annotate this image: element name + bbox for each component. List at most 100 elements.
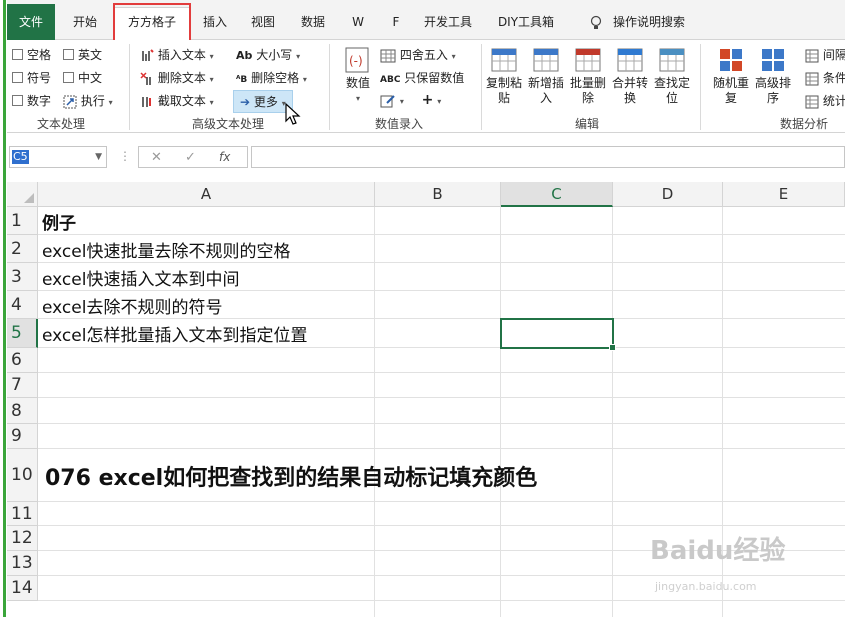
row-header-11[interactable]: 11	[7, 502, 38, 526]
row-header-3[interactable]: 3	[7, 263, 38, 291]
mouse-cursor-icon	[285, 103, 301, 125]
plus-icon[interactable]: +	[422, 92, 434, 108]
svg-text:(-): (-)	[349, 54, 363, 68]
checkbox-number[interactable]: 数字	[12, 92, 51, 109]
column-header-d[interactable]: D	[613, 182, 723, 207]
tab-3[interactable]: 插入	[195, 8, 235, 36]
tab-file[interactable]: 文件	[7, 4, 55, 40]
row-header-8[interactable]: 8	[7, 398, 38, 424]
row-header-9[interactable]: 9	[7, 424, 38, 449]
round-icon	[380, 49, 396, 62]
edit-button-0[interactable]: 复制粘贴	[483, 46, 525, 106]
gridline-col	[500, 207, 501, 617]
delete-space-button[interactable]: ᴬB 删除空格 ▾	[236, 69, 307, 86]
column-header-a[interactable]: A	[38, 182, 375, 207]
group-label-analysis: 数据分析	[780, 117, 829, 131]
cell-a2[interactable]: excel快速批量去除不规则的空格	[42, 235, 290, 263]
cancel-icon[interactable]: ✕	[151, 150, 162, 165]
gridline-row	[38, 525, 845, 526]
analysis-button-icon	[762, 49, 784, 71]
analysis-side-2[interactable]: 统计	[805, 92, 845, 109]
delete-text-icon	[140, 71, 151, 85]
edit-button-icon	[659, 48, 685, 72]
tab-8[interactable]: 开发工具	[417, 8, 479, 36]
name-box[interactable]: C5 ▼	[9, 146, 107, 168]
cell-a1[interactable]: 例子	[42, 207, 76, 235]
tab-10[interactable]: 操作说明搜索	[609, 8, 689, 36]
edit-button-2[interactable]: 批量删除	[567, 46, 609, 106]
row-header-1[interactable]: 1	[7, 207, 38, 235]
row-header-4[interactable]: 4	[7, 291, 38, 319]
row-header-10[interactable]: 10	[7, 449, 38, 502]
column-header-b[interactable]: B	[375, 182, 501, 207]
cut-text-icon	[142, 96, 151, 107]
formula-bar-grip: ⋮	[119, 149, 131, 163]
checkbox-space[interactable]: 空格	[12, 46, 51, 63]
case-button[interactable]: Ab 大小写 ▾	[236, 46, 300, 63]
more-button[interactable]: ➔ 更多 ▾	[233, 90, 293, 113]
ribbon-tab-bar: 文件 开始 方方格子 插入 视图 数据 W F 开发工具 DIY工具箱 操作说明搜索	[7, 0, 845, 42]
gridline-row	[38, 397, 845, 398]
row-header-7[interactable]: 7	[7, 373, 38, 398]
tab-9[interactable]: DIY工具箱	[491, 8, 561, 36]
analysis-button-icon	[720, 49, 742, 71]
gridline-row	[38, 575, 845, 576]
fx-icon[interactable]: fx	[219, 150, 230, 164]
checkbox-english[interactable]: 英文	[63, 46, 102, 63]
formula-buttons: ✕ ✓ fx	[138, 146, 248, 168]
delete-space-icon: ᴬB	[236, 75, 248, 85]
chevron-down-icon[interactable]: ▼	[95, 152, 102, 162]
column-header-c[interactable]: C	[501, 182, 613, 207]
execute-button[interactable]: 执行 ▾	[63, 92, 113, 109]
tab-7[interactable]: F	[385, 8, 407, 36]
analysis-side-1[interactable]: 条件	[805, 69, 845, 86]
tab-4[interactable]: 视图	[243, 8, 283, 36]
keep-value-button[interactable]: ABC 只保留数值	[380, 69, 464, 86]
select-all-corner[interactable]	[7, 182, 38, 207]
row-header-6[interactable]: 6	[7, 348, 38, 373]
gridline-col	[612, 207, 613, 617]
formula-bar: C5 ▼ ⋮ ✕ ✓ fx	[7, 138, 845, 178]
formula-input[interactable]	[251, 146, 845, 168]
column-header-e[interactable]: E	[723, 182, 845, 207]
round-button[interactable]: 四舍五入 ▾	[380, 46, 456, 63]
row-header-12[interactable]: 12	[7, 526, 38, 551]
insert-text-icon	[142, 48, 154, 61]
edit-button-3[interactable]: 合并转换	[609, 46, 651, 106]
edit-button-4[interactable]: 查找定位	[651, 46, 693, 106]
row-header-14[interactable]: 14	[7, 576, 38, 601]
checkbox-symbol[interactable]: 符号	[12, 69, 51, 86]
checkbox-chinese[interactable]: 中文	[63, 69, 102, 86]
insert-text-button[interactable]: 插入文本 ▾	[140, 46, 214, 63]
tab-6[interactable]: W	[345, 8, 371, 36]
active-cell-c5[interactable]	[500, 318, 616, 351]
cell-a10[interactable]: 076 excel如何把查找到的结果自动标记填充颜色	[45, 449, 537, 502]
row-header-5[interactable]: 5	[7, 319, 38, 348]
analysis-side-icon	[805, 72, 819, 85]
edit-tool-button[interactable]: ▾ + ▾	[380, 92, 441, 108]
gridline-row	[38, 372, 845, 373]
analysis-side-icon	[805, 49, 819, 62]
cell-a3[interactable]: excel快速插入文本到中间	[42, 263, 239, 291]
lightbulb-icon	[590, 15, 602, 29]
delete-text-button[interactable]: 删除文本 ▾	[140, 69, 214, 86]
group-label-advanced: 高级文本处理	[192, 117, 265, 131]
value-button[interactable]: (-) 数值 ▾	[338, 46, 378, 106]
row-header-13[interactable]: 13	[7, 551, 38, 576]
tab-5[interactable]: 数据	[293, 8, 333, 36]
group-label-text: 文本处理	[37, 117, 86, 131]
analysis-side-0[interactable]: 间隔	[805, 46, 845, 63]
cut-text-button[interactable]: 截取文本 ▾	[140, 92, 214, 109]
tab-1[interactable]: 开始	[63, 8, 107, 36]
analysis-button-0[interactable]: 随机重复	[710, 46, 752, 106]
edit-button-1[interactable]: 新增插入	[525, 46, 567, 106]
cell-a4[interactable]: excel去除不规则的符号	[42, 291, 222, 319]
analysis-button-1[interactable]: 高级排序	[752, 46, 794, 106]
confirm-icon[interactable]: ✓	[185, 150, 196, 165]
ribbon: 空格 英文 符号 中文 数字 执行 ▾ 文本处理 插入文本 ▾ 删除文本 ▾ 截…	[7, 40, 845, 133]
group-label-number: 数值录入	[375, 117, 424, 131]
edit-button-icon	[491, 48, 517, 72]
row-header-2[interactable]: 2	[7, 235, 38, 263]
cell-a5[interactable]: excel怎样批量插入文本到指定位置	[42, 319, 307, 348]
edit-button-icon	[617, 48, 643, 72]
